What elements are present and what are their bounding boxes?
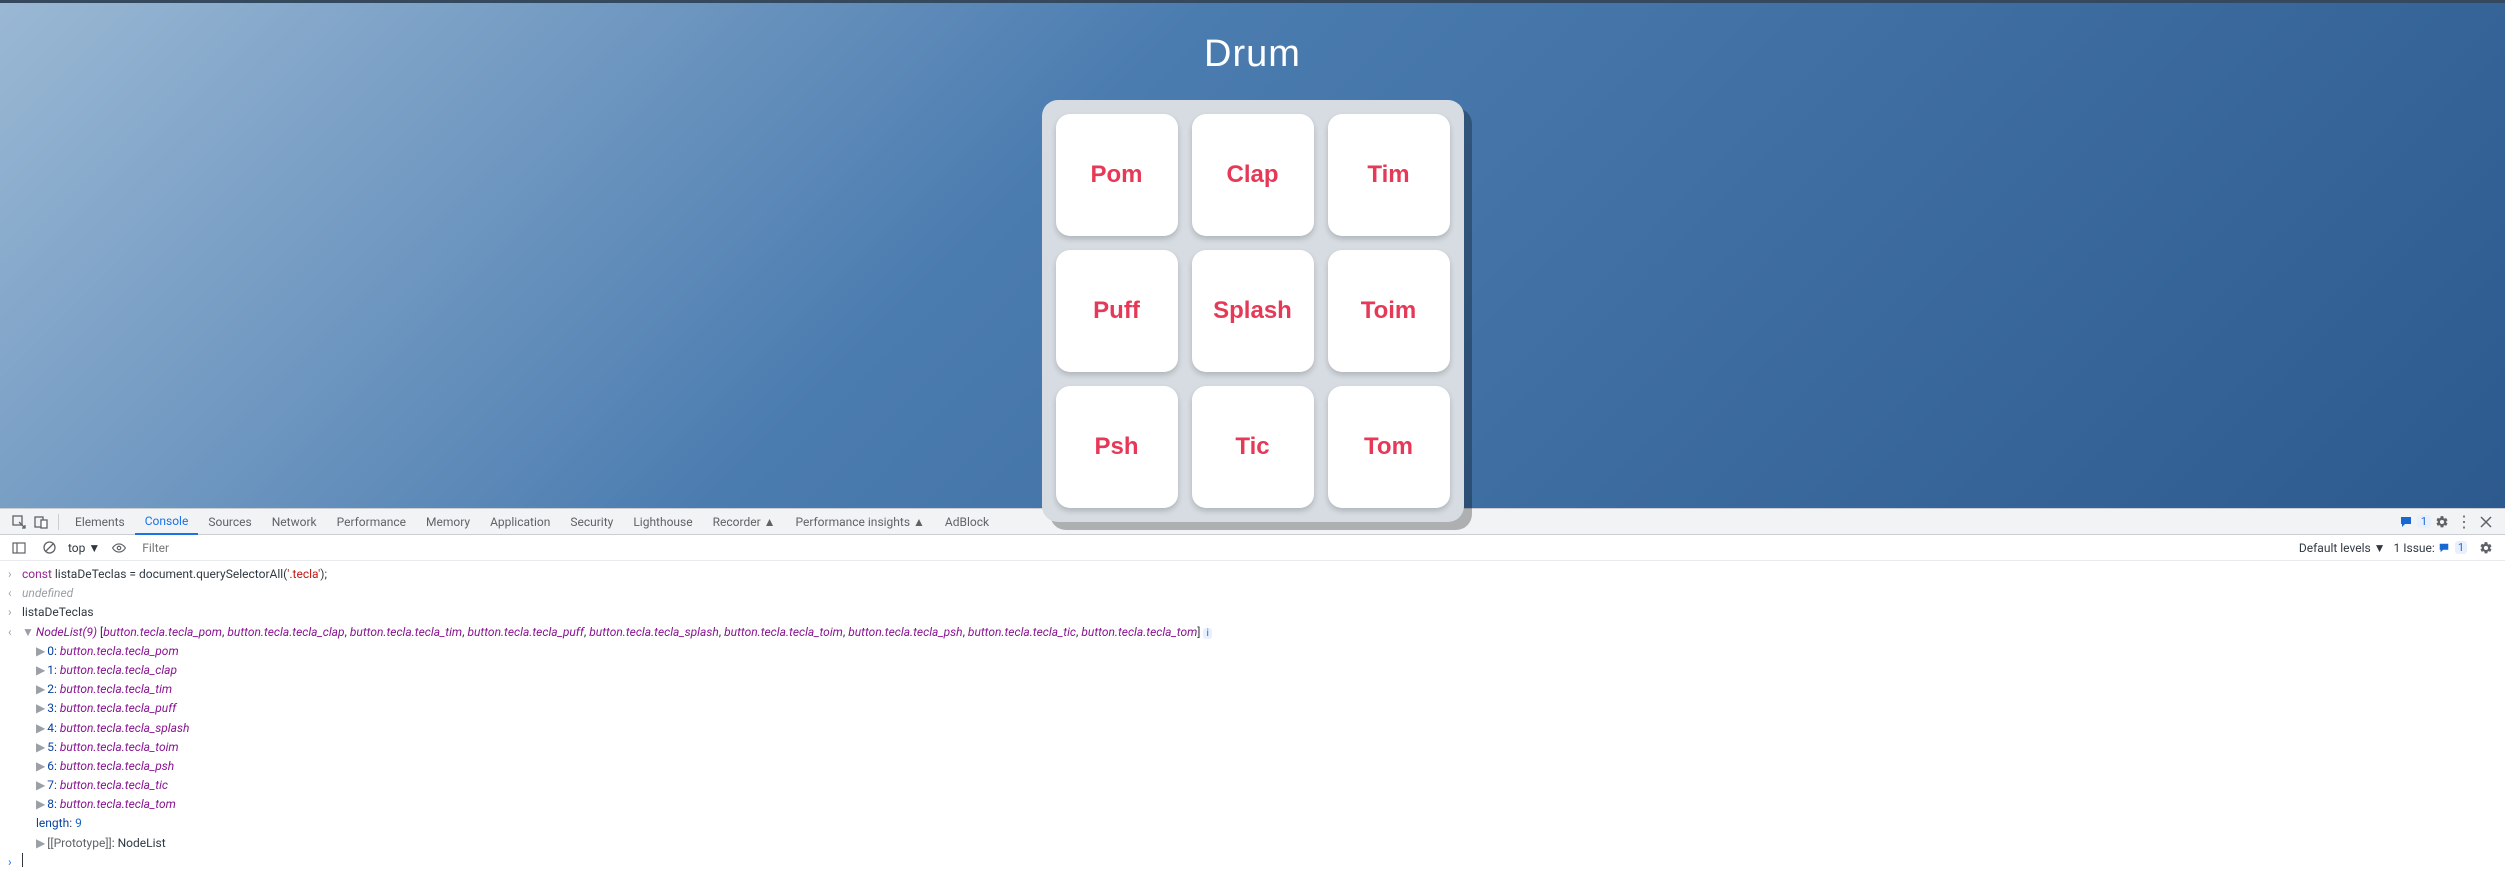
close-icon[interactable] [2475,511,2497,533]
console-output[interactable]: › const listaDeTeclas = document.querySe… [0,561,2505,876]
expand-right-icon[interactable]: ▶ [36,701,45,715]
console-sidebar-toggle-icon[interactable] [8,537,30,559]
filter-input[interactable] [138,539,2291,557]
drum-button-clap[interactable]: Clap [1192,114,1314,236]
console-input-cursor[interactable] [22,853,2497,867]
more-icon[interactable]: ⋮ [2453,511,2475,533]
console-settings-icon[interactable] [2475,537,2497,559]
output-marker-icon: ‹ [8,623,22,642]
input-marker-icon: › [8,603,22,622]
nodelist-entry[interactable]: ▶8: button.tecla.tecla_tom [0,795,2505,814]
comment-icon [2399,515,2413,529]
drum-button-psh[interactable]: Psh [1056,386,1178,508]
inspect-icon[interactable] [8,511,30,533]
nodelist-prototype[interactable]: ▶[[Prototype]]: NodeList [0,834,2505,853]
comment-icon [2438,542,2450,554]
tab-sources[interactable]: Sources [198,509,261,535]
tab-application[interactable]: Application [480,509,560,535]
context-selector[interactable]: top ▼ [68,541,100,555]
drum-button-splash[interactable]: Splash [1192,250,1314,372]
console-result-line[interactable]: ‹ ▼NodeList(9) [button.tecla.tecla_pom, … [0,623,2505,642]
drum-button-tim[interactable]: Tim [1328,114,1450,236]
clear-console-icon[interactable] [38,537,60,559]
tab-elements[interactable]: Elements [65,509,135,535]
nodelist-entry[interactable]: ▶1: button.tecla.tecla_clap [0,661,2505,680]
console-input-line: › listaDeTeclas [0,603,2505,622]
console-toolbar: top ▼ Default levels ▼ 1 Issue: 1 [0,535,2505,561]
tab-recorder[interactable]: Recorder ▲ [703,509,786,535]
console-input-line: › const listaDeTeclas = document.querySe… [0,565,2505,584]
tab-console[interactable]: Console [135,509,199,535]
drum-pad-grid: Pom Clap Tim Puff Splash Toim Psh Tic To… [1042,100,1464,522]
issue-count: 1 [2417,515,2431,528]
expand-down-icon[interactable]: ▼ [22,625,34,639]
tab-network[interactable]: Network [262,509,327,535]
expand-right-icon[interactable]: ▶ [36,759,45,773]
settings-icon[interactable] [2431,511,2453,533]
device-toggle-icon[interactable] [30,511,52,533]
nodelist-entry[interactable]: ▶3: button.tecla.tecla_puff [0,699,2505,718]
issues-counter[interactable]: 1 [2399,515,2431,529]
tab-performance[interactable]: Performance [327,509,416,535]
undefined-result: undefined [22,584,2497,603]
nodelist-entry[interactable]: ▶4: button.tecla.tecla_splash [0,719,2505,738]
expand-right-icon[interactable]: ▶ [36,721,45,735]
nodelist-entry[interactable]: ▶0: button.tecla.tecla_pom [0,642,2505,661]
expand-right-icon[interactable]: ▶ [36,778,45,792]
tab-adblock[interactable]: AdBlock [935,509,999,535]
expand-right-icon[interactable]: ▶ [36,836,45,850]
expand-right-icon[interactable]: ▶ [36,682,45,696]
tab-lighthouse[interactable]: Lighthouse [623,509,702,535]
output-marker-icon: ‹ [8,584,22,603]
levels-selector[interactable]: Default levels ▼ [2299,541,2386,555]
drum-button-tic[interactable]: Tic [1192,386,1314,508]
nodelist-entry[interactable]: ▶7: button.tecla.tecla_tic [0,776,2505,795]
nodelist-entry[interactable]: ▶6: button.tecla.tecla_psh [0,757,2505,776]
console-code: listaDeTeclas [22,603,2497,622]
input-marker-icon: › [8,565,22,584]
app-viewport: Drum Pom Clap Tim Puff Splash Toim Psh T… [0,0,2505,508]
tab-performance-insights[interactable]: Performance insights ▲ [786,509,935,535]
drum-button-tom[interactable]: Tom [1328,386,1450,508]
nodelist-length: length: 9 [0,814,2505,833]
devtools-panel: Elements Console Sources Network Perform… [0,508,2505,876]
nodelist-summary: ▼NodeList(9) [button.tecla.tecla_pom, bu… [22,623,2497,642]
console-code: const listaDeTeclas = document.querySele… [22,565,2497,584]
issue-label: 1 Issue: [2394,541,2435,555]
expand-right-icon[interactable]: ▶ [36,797,45,811]
nodelist-entry[interactable]: ▶2: button.tecla.tecla_tim [0,680,2505,699]
divider [58,514,59,530]
app-title: Drum [1204,33,1301,76]
drum-button-pom[interactable]: Pom [1056,114,1178,236]
issues-link[interactable]: 1 Issue: 1 [2394,541,2467,555]
drum-button-puff[interactable]: Puff [1056,250,1178,372]
console-prompt[interactable]: › [0,853,2505,872]
prompt-marker-icon: › [8,853,22,872]
issue-count-small: 1 [2455,541,2467,554]
tab-memory[interactable]: Memory [416,509,480,535]
live-expression-icon[interactable] [108,537,130,559]
expand-right-icon[interactable]: ▶ [36,663,45,677]
console-result-line: ‹ undefined [0,584,2505,603]
drum-button-toim[interactable]: Toim [1328,250,1450,372]
expand-right-icon[interactable]: ▶ [36,740,45,754]
tab-security[interactable]: Security [560,509,623,535]
expand-right-icon[interactable]: ▶ [36,644,45,658]
nodelist-entry[interactable]: ▶5: button.tecla.tecla_toim [0,738,2505,757]
